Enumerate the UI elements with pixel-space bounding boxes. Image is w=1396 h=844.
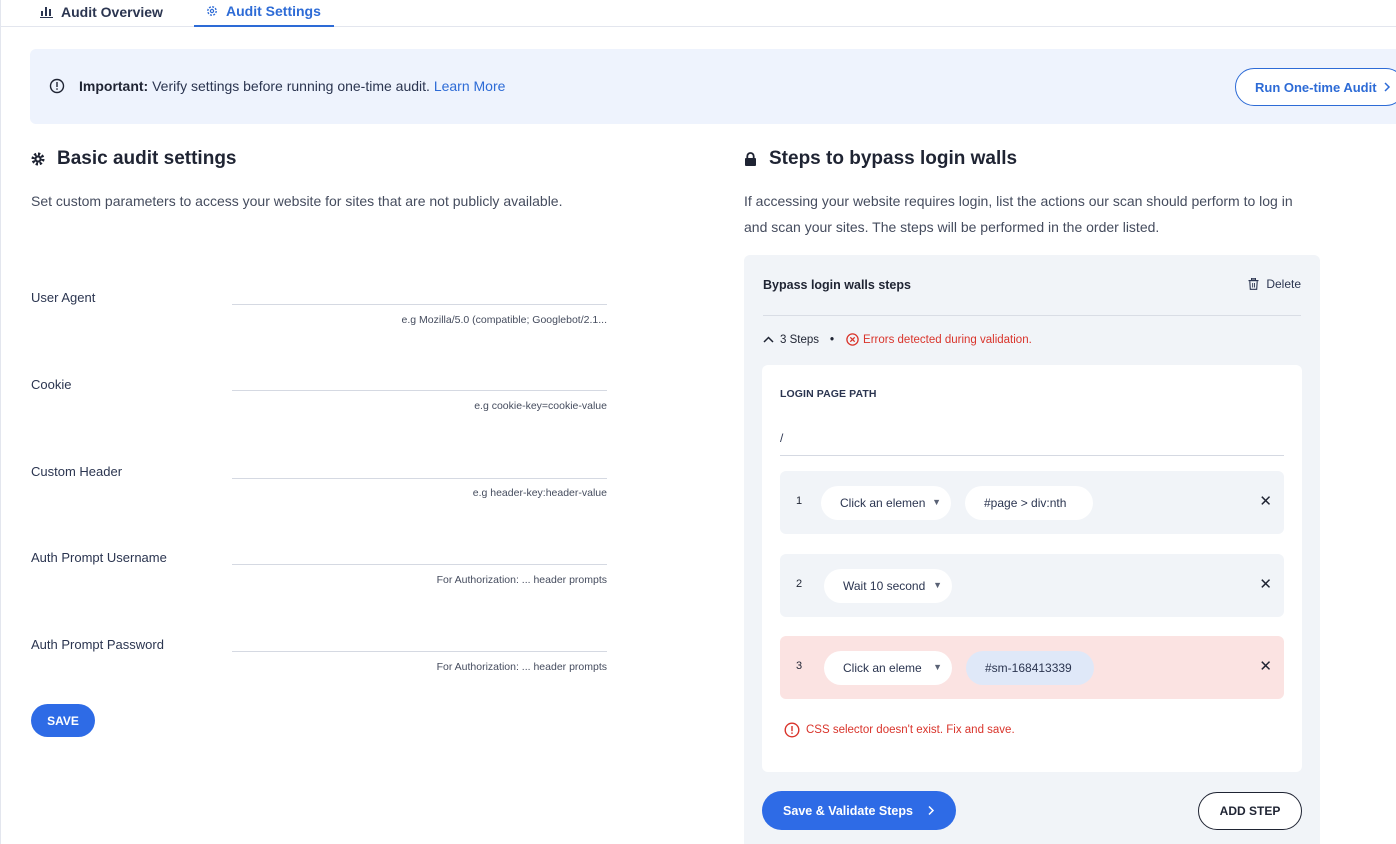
step-action-select[interactable]: Click an eleme ▼ xyxy=(824,651,952,685)
page-left-border xyxy=(0,0,1,844)
run-button-label: Run One-time Audit xyxy=(1255,79,1377,95)
step-row: 2 Wait 10 second ▼ ✕ xyxy=(780,554,1284,617)
steps-summary: 3 Steps • Errors detected during validat… xyxy=(763,333,1032,346)
caret-down-icon: ▼ xyxy=(933,662,942,672)
add-step-button[interactable]: ADD STEP xyxy=(1198,792,1302,830)
run-one-time-audit-button[interactable]: Run One-time Audit xyxy=(1235,68,1396,106)
step-selector-value: #sm-168413339 xyxy=(985,661,1072,675)
caret-down-icon: ▼ xyxy=(933,580,942,590)
auth-password-hint: For Authorization: ... header prompts xyxy=(436,661,607,673)
bar-chart-icon xyxy=(40,6,53,18)
learn-more-link[interactable]: Learn More xyxy=(434,78,506,94)
chevron-right-icon xyxy=(1384,82,1390,92)
separator-dot: • xyxy=(830,333,835,346)
remove-step-button[interactable]: ✕ xyxy=(1259,575,1272,595)
validation-error-text: Errors detected during validation. xyxy=(863,333,1032,346)
save-validate-steps-button[interactable]: Save & Validate Steps xyxy=(762,791,956,830)
auth-username-input[interactable] xyxy=(232,564,607,565)
bypass-description: If accessing your website requires login… xyxy=(744,193,1293,235)
save-button[interactable]: SAVE xyxy=(31,704,95,737)
tab-audit-settings[interactable]: Audit Settings xyxy=(194,0,334,27)
tab-audit-overview[interactable]: Audit Overview xyxy=(40,0,163,27)
login-page-path-input[interactable]: / xyxy=(780,431,783,445)
step-action-select[interactable]: Wait 10 second ▼ xyxy=(824,569,952,603)
banner-strong: Important: xyxy=(79,78,149,94)
tab-label: Audit Settings xyxy=(226,2,321,19)
step-number: 2 xyxy=(796,578,803,590)
validate-button-label: Save & Validate Steps xyxy=(783,803,913,818)
basic-settings-description: Set custom parameters to access your web… xyxy=(31,193,563,209)
selector-error-text: CSS selector doesn't exist. Fix and save… xyxy=(806,724,1015,736)
validation-error: Errors detected during validation. xyxy=(846,333,1032,346)
step-row: 1 Click an elemen ▼ #page > div:nth ✕ xyxy=(780,471,1284,534)
step-selector-value: #page > div:nth xyxy=(984,496,1067,510)
auth-password-input[interactable] xyxy=(232,651,607,652)
delete-label: Delete xyxy=(1266,277,1301,291)
basic-settings-title: Basic audit settings xyxy=(31,148,237,170)
user-agent-label: User Agent xyxy=(31,290,96,305)
step-number: 1 xyxy=(796,495,803,507)
trash-icon xyxy=(1248,278,1259,290)
steps-card: LOGIN PAGE PATH / 1 Click an elemen ▼ #p… xyxy=(762,365,1302,772)
chevron-right-icon xyxy=(928,805,935,816)
panel-title: Bypass login walls steps xyxy=(763,278,911,292)
remove-step-button[interactable]: ✕ xyxy=(1259,657,1272,677)
step-action-value: Wait 10 second xyxy=(843,579,926,593)
remove-step-button[interactable]: ✕ xyxy=(1259,492,1272,512)
banner-text: Verify settings before running one-time … xyxy=(148,78,434,94)
banner-message: Important: Verify settings before runnin… xyxy=(79,78,505,94)
tab-bar: Audit Overview Audit Settings xyxy=(0,0,1396,27)
auth-username-hint: For Authorization: ... header prompts xyxy=(436,574,607,586)
user-agent-hint: e.g Mozilla/5.0 (compatible; Googlebot/2… xyxy=(401,314,607,326)
custom-header-label: Custom Header xyxy=(31,464,123,479)
step-row-error: 3 Click an eleme ▼ #sm-168413339 ✕ xyxy=(780,636,1284,699)
bypass-title: Steps to bypass login walls xyxy=(744,148,1017,170)
auth-password-label: Auth Prompt Password xyxy=(31,637,164,652)
gear-icon xyxy=(31,152,45,166)
caret-down-icon: ▼ xyxy=(932,497,941,507)
important-banner: Important: Verify settings before runnin… xyxy=(30,49,1396,124)
chevron-up-icon xyxy=(763,336,774,343)
step-action-select[interactable]: Click an elemen ▼ xyxy=(821,486,951,520)
divider xyxy=(763,315,1301,316)
section-heading: Basic audit settings xyxy=(57,148,237,169)
selector-error-message: CSS selector doesn't exist. Fix and save… xyxy=(784,722,1015,738)
step-selector-input[interactable]: #page > div:nth xyxy=(965,486,1093,520)
step-action-value: Click an eleme xyxy=(843,661,922,675)
custom-header-hint: e.g header-key:header-value xyxy=(472,487,607,499)
steps-count: 3 Steps xyxy=(780,333,819,346)
section-heading: Steps to bypass login walls xyxy=(769,148,1018,169)
info-icon xyxy=(49,78,65,94)
login-page-path-label: LOGIN PAGE PATH xyxy=(780,388,877,400)
delete-button[interactable]: Delete xyxy=(1248,277,1301,291)
custom-header-input[interactable] xyxy=(232,478,607,479)
cookie-hint: e.g cookie-key=cookie-value xyxy=(474,400,607,412)
auth-username-label: Auth Prompt Username xyxy=(31,550,167,565)
error-exclamation-icon xyxy=(784,722,800,738)
gear-icon xyxy=(207,5,217,16)
login-page-path-underline xyxy=(780,455,1284,456)
steps-collapse-toggle[interactable]: 3 Steps xyxy=(763,334,819,346)
step-action-value: Click an elemen xyxy=(840,496,926,510)
lock-icon xyxy=(745,152,756,166)
user-agent-input[interactable] xyxy=(232,304,607,305)
tab-label: Audit Overview xyxy=(61,3,163,20)
bypass-steps-panel: Bypass login walls steps Delete 3 Steps … xyxy=(744,255,1320,844)
step-number: 3 xyxy=(796,660,803,672)
cookie-input[interactable] xyxy=(232,390,607,391)
error-circle-x-icon xyxy=(846,333,859,346)
cookie-label: Cookie xyxy=(31,377,72,392)
step-selector-input[interactable]: #sm-168413339 xyxy=(966,651,1094,685)
